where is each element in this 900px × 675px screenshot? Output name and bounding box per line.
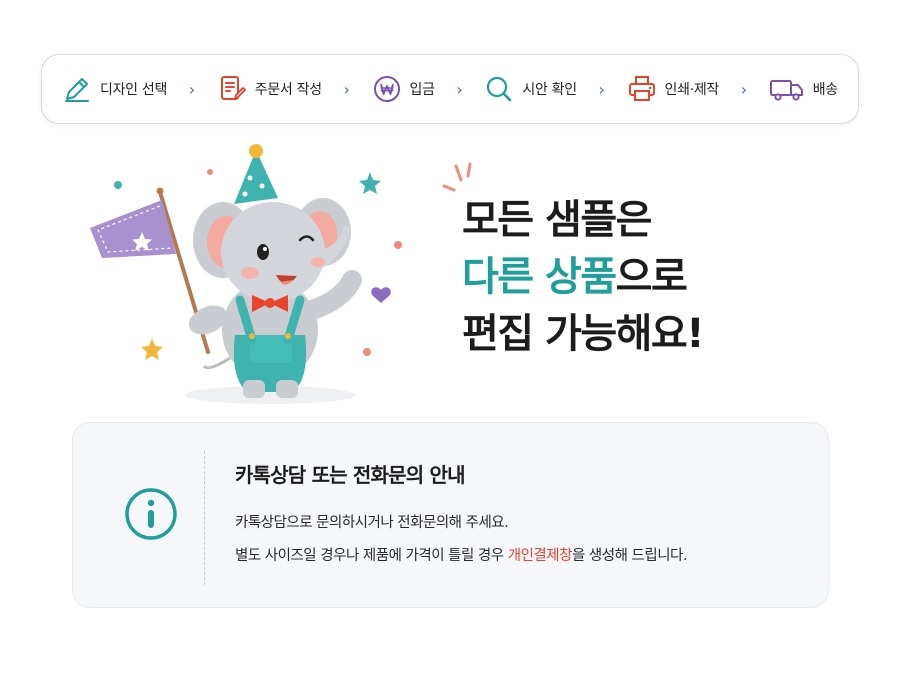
confetti-dot xyxy=(363,348,371,356)
step-order-form[interactable]: 주문서 작성 xyxy=(217,74,322,104)
dashed-divider xyxy=(204,451,205,585)
truck-icon xyxy=(769,80,803,101)
star-teal-icon xyxy=(359,172,381,194)
step-proof-check[interactable]: 시안 확인 xyxy=(484,74,577,104)
headline-line-3: 편집 가능해요! xyxy=(462,311,704,357)
step-label: 입금 xyxy=(409,82,435,98)
star-yellow-icon xyxy=(141,338,163,360)
process-steps-bar: 디자인 선택 › 주문서 작성 › 입금 › 시안 확인 › 인쇄·제작 › 배… xyxy=(41,54,859,124)
personal-payment-highlight: 개인결제창 xyxy=(507,548,573,564)
chevron-right-icon: › xyxy=(740,79,748,99)
headline: 모든 샘플은 다른 상품으로 편집 가능해요! xyxy=(462,192,704,363)
printer-icon xyxy=(628,76,655,101)
info-title: 카톡상담 또는 전화문의 안내 xyxy=(235,463,466,487)
heart-icon xyxy=(371,287,391,303)
confetti-dot xyxy=(394,241,402,249)
confetti-dot xyxy=(114,181,122,189)
info-line-2-start: 별도 사이즈일 경우나 제품에 가격이 틀릴 경우 xyxy=(235,548,508,564)
chevron-right-icon: › xyxy=(188,79,196,99)
headline-accent: 다른 상품 xyxy=(462,254,617,300)
info-line-2: 별도 사이즈일 경우나 제품에 가격이 틀릴 경우 개인결제창을 생성해 드립니… xyxy=(235,544,687,565)
chevron-right-icon: › xyxy=(343,79,350,99)
magnifier-icon xyxy=(487,76,512,102)
order-form-icon xyxy=(220,76,246,100)
step-payment[interactable]: 입금 xyxy=(372,74,435,104)
won-coin-icon xyxy=(373,76,400,102)
step-print-production[interactable]: 인쇄·제작 xyxy=(627,74,719,104)
chevron-right-icon: › xyxy=(598,79,605,99)
step-shipping[interactable]: 배송 xyxy=(769,74,838,104)
pencil-icon xyxy=(65,78,89,102)
step-label: 시안 확인 xyxy=(522,82,577,98)
purple-flag xyxy=(90,200,176,258)
step-design-select[interactable]: 디자인 선택 xyxy=(62,74,167,104)
step-label: 주문서 작성 xyxy=(254,82,322,98)
confetti-dot xyxy=(207,169,213,175)
info-line-1: 카톡상담으로 문의하시거나 전화문의해 주세요. xyxy=(235,515,509,531)
headline-line-2: 다른 상품으로 xyxy=(462,249,703,306)
info-panel: 카톡상담 또는 전화문의 안내 카톡상담으로 문의하시거나 전화문의해 주세요.… xyxy=(72,422,829,608)
step-label: 배송 xyxy=(812,82,838,98)
headline-line-2-rest: 으로 xyxy=(615,254,688,300)
chevron-right-icon: › xyxy=(456,79,463,99)
party-hat xyxy=(234,150,278,204)
elephant-mascot-illustration xyxy=(90,144,402,404)
info-line-2-end: 을 생성해 드립니다. xyxy=(571,548,688,564)
step-label: 인쇄·제작 xyxy=(664,82,720,98)
info-icon xyxy=(125,488,177,540)
step-label: 디자인 선택 xyxy=(100,82,168,98)
elephant-eye xyxy=(257,244,269,260)
headline-line-1: 모든 샘플은 xyxy=(462,197,652,243)
